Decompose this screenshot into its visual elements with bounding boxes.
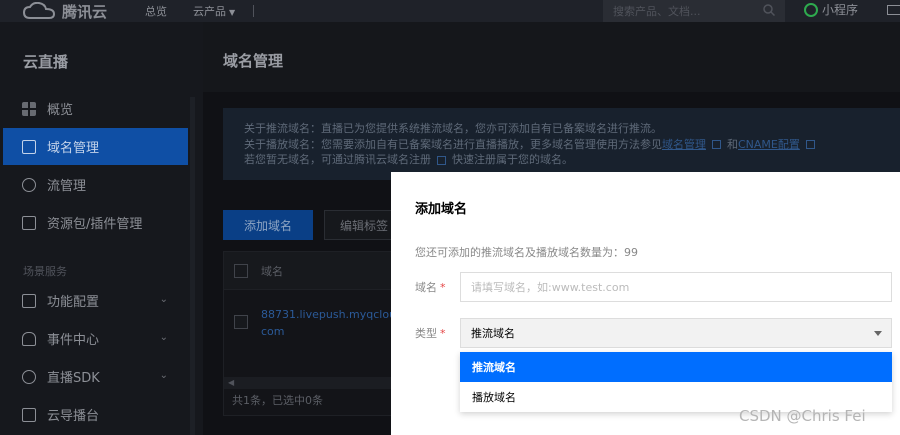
mini-program-icon — [804, 2, 818, 17]
dialog-hint: 您还可添加的推流域名及播放域名数量为：99 — [415, 246, 638, 259]
table-total: 共1条，已选中0条 — [232, 394, 323, 407]
mini-program-button[interactable]: 小程序 — [804, 1, 858, 18]
domain-management-link[interactable]: 域名管理 — [662, 138, 706, 151]
domain-label: 域名 * — [415, 279, 446, 295]
type-select-value: 推流域名 — [471, 327, 515, 340]
page-title: 域名管理 — [223, 52, 284, 70]
info-line-register: 若您暂无域名，可通过腾讯云域名注册 快速注册属于您的域名。 — [244, 152, 882, 168]
select-all-checkbox[interactable] — [234, 264, 248, 278]
sidebar-item-live-sdk[interactable]: 直播SDK ⌄ — [3, 358, 188, 395]
chevron-down-icon: ⌄ — [159, 370, 168, 381]
grid-icon — [22, 101, 36, 116]
external-link-icon — [712, 140, 721, 149]
dialog-title: 添加域名 — [415, 202, 468, 217]
info-line-play-text: 关于播放域名：您需要添加自有已备案域名进行直播播放，更多域名管理使用方法参见 — [244, 137, 662, 151]
nav-divider — [253, 5, 254, 17]
play-icon — [22, 369, 36, 384]
sidebar-item-label: 事件中心 — [47, 333, 100, 348]
required-mark: * — [440, 327, 446, 340]
mail-icon[interactable] — [887, 5, 900, 15]
sidebar-item-label: 资源包/插件管理 — [47, 217, 143, 232]
sidebar-item-packages[interactable]: 资源包/插件管理 — [3, 204, 188, 241]
add-domain-button[interactable]: 添加域名 — [223, 210, 313, 240]
top-bar: 腾讯云 总览 云产品 ▼ 搜索产品、文档... 小程序 — [0, 0, 900, 22]
sidebar-item-cloud-director[interactable]: 云导播台 — [3, 396, 188, 433]
mini-program-label: 小程序 — [822, 3, 859, 17]
nav-products[interactable]: 云产品 ▼ — [193, 3, 235, 19]
sidebar-scrollbar[interactable] — [190, 97, 195, 435]
info-line-register-tail: 快速注册属于您的域名。 — [452, 153, 573, 166]
chevron-down-icon: ▼ — [229, 8, 236, 17]
chevron-down-icon: ⌄ — [159, 294, 168, 305]
sidebar-item-label: 概览 — [47, 103, 74, 118]
brand-logo[interactable]: 腾讯云 — [23, 0, 107, 22]
add-domain-dialog: 添加域名 您还可添加的推流域名及播放域名数量为：99 域名 * 请填写域名，如:w… — [391, 172, 900, 435]
nav-overview[interactable]: 总览 — [145, 3, 167, 19]
caret-down-icon — [874, 331, 882, 336]
domain-icon — [22, 139, 36, 154]
external-link-icon[interactable] — [437, 155, 446, 165]
row-checkbox[interactable] — [234, 315, 248, 329]
type-select[interactable]: 推流域名 — [460, 318, 892, 348]
stream-icon — [22, 177, 36, 192]
external-link-icon — [805, 140, 815, 149]
sidebar-item-label: 直播SDK — [47, 371, 100, 386]
search-icon[interactable] — [763, 4, 775, 16]
sidebar-item-label: 功能配置 — [47, 295, 100, 310]
info-and-text: 和 — [727, 137, 738, 151]
sidebar-item-overview[interactable]: 概览 — [3, 90, 188, 127]
domain-input[interactable]: 请填写域名，如:www.test.com — [460, 272, 892, 302]
column-header-domain: 域名 — [261, 265, 283, 278]
section-label: 场景服务 — [23, 265, 67, 278]
domain-label-text: 域名 — [415, 281, 437, 294]
info-line-push: 关于推流域名：直播已为您提供系统推流域名，您亦可添加自有已备案域名进行推流。 — [244, 122, 662, 135]
package-icon — [22, 215, 36, 230]
search-input[interactable]: 搜索产品、文档... — [603, 0, 785, 22]
sidebar-item-domain-management[interactable]: 域名管理 — [3, 128, 188, 165]
chevron-down-icon: ⌄ — [159, 332, 168, 343]
sidebar-item-label: 云导播台 — [47, 409, 100, 424]
info-notice: 关于推流域名：直播已为您提供系统推流域名，您亦可添加自有已备案域名进行推流。 关… — [223, 108, 900, 180]
sidebar-item-label: 流管理 — [47, 179, 87, 194]
required-mark: * — [440, 281, 446, 294]
sidebar-title: 云直播 — [23, 53, 69, 71]
sidebar-item-stream-management[interactable]: 流管理 — [3, 166, 188, 203]
sidebar-item-label: 域名管理 — [47, 141, 100, 156]
option-push-domain[interactable]: 推流域名 — [460, 352, 892, 382]
sidebar: 云直播 概览 域名管理 流管理 资源包/插件管理 场景服务 功能配置 ⌄ 事件中… — [0, 22, 203, 435]
config-icon — [22, 293, 36, 308]
nav-products-label: 云产品 — [193, 5, 226, 18]
sidebar-item-feature-config[interactable]: 功能配置 ⌄ — [3, 282, 188, 319]
domain-placeholder: 请填写域名，如:www.test.com — [471, 281, 630, 294]
type-label-text: 类型 — [415, 327, 437, 340]
cname-config-link[interactable]: CNAME配置 — [738, 138, 800, 151]
search-placeholder: 搜索产品、文档... — [613, 5, 701, 18]
sidebar-item-event-center[interactable]: 事件中心 ⌄ — [3, 320, 188, 357]
bell-icon — [22, 331, 36, 346]
info-line-register-text: 若您暂无域名，可通过腾讯云域名注册 — [244, 153, 431, 166]
brand-name: 腾讯云 — [62, 2, 108, 21]
cloud-icon — [23, 2, 55, 19]
scroll-left-icon[interactable]: ◀ — [228, 378, 234, 387]
director-icon — [22, 407, 36, 422]
type-dropdown: 推流域名 播放域名 — [460, 352, 892, 412]
info-line-play: 关于播放域名：您需要添加自有已备案域名进行直播播放，更多域名管理使用方法参见域名… — [244, 137, 882, 153]
type-label: 类型 * — [415, 325, 446, 341]
watermark: CSDN @Chris Fei — [739, 407, 866, 425]
page-header: 域名管理 — [203, 22, 900, 92]
